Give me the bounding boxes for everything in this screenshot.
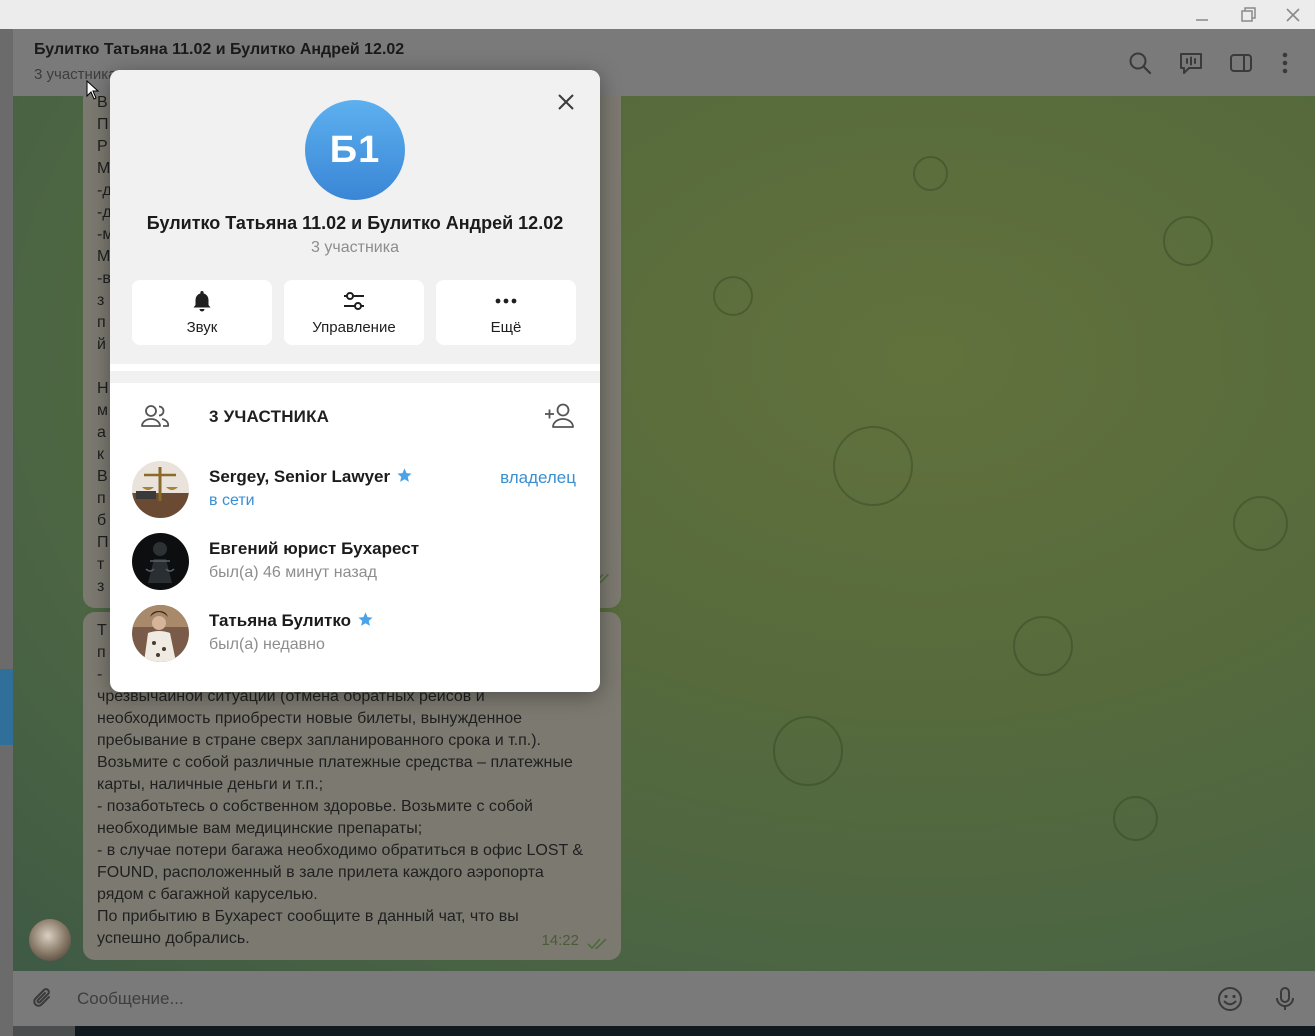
- more-button[interactable]: Ещё: [436, 280, 576, 345]
- message-text-fragment: М: [97, 160, 111, 177]
- window-titlebar: [0, 0, 1315, 29]
- microphone-icon[interactable]: [1271, 985, 1299, 1013]
- background-doodle: [1163, 216, 1213, 266]
- message-text-fragment: з: [97, 292, 105, 309]
- message-text-line: карты, наличные деньги и т.п.;: [97, 776, 324, 793]
- message-text-fragment: П: [97, 116, 109, 133]
- message-text-line: Возьмите с собой различные платежные сре…: [97, 754, 573, 771]
- message-text-fragment: й: [97, 336, 106, 353]
- member-status: был(а) недавно: [209, 636, 325, 653]
- taskbar-edge-left: [13, 1026, 75, 1036]
- message-text-fragment: б: [97, 512, 107, 529]
- background-doodle: [1233, 496, 1288, 551]
- members-title: 3 УЧАСТНИКА: [209, 407, 330, 426]
- chat-title[interactable]: Булитко Татьяна 11.02 и Булитко Андрей 1…: [34, 41, 404, 59]
- more-horizontal-icon: [436, 288, 576, 314]
- message-text-line: - в случае потери багажа необходимо обра…: [97, 842, 584, 859]
- close-icon[interactable]: [554, 90, 578, 114]
- message-text-line: - позаботьтесь о собственном здоровье. В…: [97, 798, 533, 815]
- bell-icon: [132, 288, 272, 314]
- message-text-fragment: м: [97, 402, 108, 419]
- member-role-badge: владелец: [500, 468, 576, 487]
- message-text-fragment: -в: [97, 270, 111, 287]
- message-text-fragment: п: [97, 490, 106, 507]
- message-text-fragment: Р: [97, 138, 108, 155]
- message-text-line: FOUND, расположенный в зале прилета кажд…: [97, 864, 544, 881]
- member-status: в сети: [209, 492, 255, 509]
- member-status: был(а) 46 минут назад: [209, 564, 377, 581]
- manage-button[interactable]: Управление: [284, 280, 424, 345]
- section-divider: [110, 371, 600, 383]
- group-name: Булитко Татьяна 11.02 и Булитко Андрей 1…: [146, 213, 564, 233]
- minimize-icon[interactable]: [1191, 4, 1213, 26]
- more-vertical-icon[interactable]: [1271, 49, 1299, 77]
- message-text-fragment: п: [97, 314, 106, 331]
- manage-button-label: Управление: [312, 319, 396, 336]
- voice-chat-icon[interactable]: [1177, 49, 1205, 77]
- premium-star-icon: [397, 468, 412, 482]
- restore-icon[interactable]: [1237, 4, 1259, 26]
- taskbar-edge: [13, 1026, 1315, 1036]
- member-name-text: Sergey, Senior Lawyer: [209, 467, 391, 486]
- member-name-text: Татьяна Булитко: [209, 611, 352, 630]
- sliders-icon: [284, 288, 424, 314]
- message-text-fragment: а: [97, 424, 106, 441]
- background-doodle: [833, 426, 913, 506]
- member-avatar: [132, 461, 189, 518]
- premium-star-icon: [358, 612, 373, 626]
- member-avatar: [132, 605, 189, 662]
- message-input[interactable]: Сообщение...: [77, 989, 184, 1009]
- message-text-fragment: П: [97, 534, 109, 551]
- member-name: Sergey, Senior Lawyer: [209, 467, 413, 487]
- background-doodle: [913, 156, 948, 191]
- search-icon[interactable]: [1126, 49, 1154, 77]
- member-item[interactable]: Sergey, Senior Lawyer в сети владелец: [110, 461, 600, 531]
- message-text-line: рядом с багажной каруселью.: [97, 886, 318, 903]
- group-avatar[interactable]: Б1: [305, 100, 405, 200]
- sound-button[interactable]: Звук: [132, 280, 272, 345]
- message-text-line: необходимые вам медицинские препараты;: [97, 820, 423, 837]
- background-doodle: [1113, 796, 1158, 841]
- window-close-icon[interactable]: [1282, 4, 1304, 26]
- message-text-line: успешно добрались.: [97, 930, 250, 947]
- sidebar-edge: [0, 29, 13, 1036]
- mouse-cursor-icon: [86, 80, 100, 100]
- sidebar-toggle-icon[interactable]: [1227, 49, 1255, 77]
- member-avatar: [132, 533, 189, 590]
- message-composer: Сообщение...: [13, 971, 1315, 1026]
- message-text-fragment: т: [97, 556, 105, 573]
- sender-avatar[interactable]: [29, 919, 71, 961]
- more-button-label: Ещё: [490, 319, 522, 336]
- message-text-line: пребывание в стране сверх запланированно…: [97, 732, 541, 749]
- members-icon: [140, 402, 170, 430]
- sound-button-label: Звук: [186, 319, 218, 336]
- members-header: 3 УЧАСТНИКА: [110, 388, 600, 444]
- sidebar-selected-chat-edge[interactable]: [0, 669, 13, 745]
- add-member-icon[interactable]: [544, 401, 576, 431]
- message-text-line: необходимость приобрести новые билеты, в…: [97, 710, 523, 727]
- emoji-icon[interactable]: [1216, 985, 1244, 1013]
- message-text-fragment: М: [97, 248, 111, 265]
- message-time: 14:22: [541, 932, 579, 949]
- message-text-fragment: к: [97, 446, 104, 463]
- message-text-fragment: В: [97, 468, 108, 485]
- background-doodle: [773, 716, 843, 786]
- message-text-fragment: з: [97, 578, 105, 595]
- member-name: Татьяна Булитко: [209, 611, 374, 631]
- background-doodle: [1013, 616, 1073, 676]
- member-name: Евгений юрист Бухарест: [209, 539, 420, 558]
- background-doodle: [713, 276, 753, 316]
- paperclip-icon[interactable]: [29, 985, 57, 1013]
- group-info-dialog: Б1 Булитко Татьяна 11.02 и Булитко Андре…: [110, 70, 600, 692]
- message-text-fragment: Н: [97, 380, 109, 397]
- chat-subtitle: 3 участника: [34, 66, 117, 83]
- group-member-count: 3 участника: [311, 239, 399, 256]
- member-item[interactable]: Евгений юрист Бухарест был(а) 46 минут н…: [110, 533, 600, 603]
- message-text-line: По прибытию в Бухарест сообщите в данный…: [97, 908, 519, 925]
- member-item[interactable]: Татьяна Булитко был(а) недавно: [110, 605, 600, 675]
- read-check-icon: [587, 936, 611, 950]
